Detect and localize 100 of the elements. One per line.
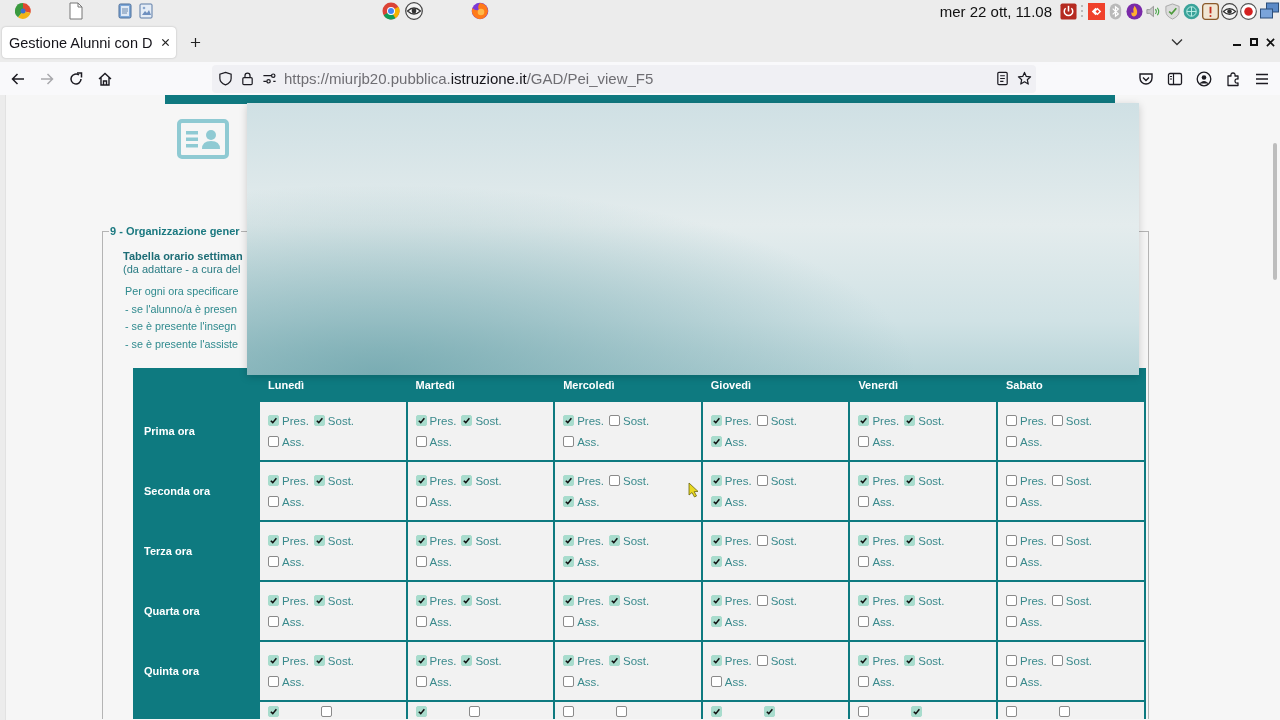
close-icon[interactable] [1266, 37, 1275, 47]
checkbox[interactable] [1005, 706, 1017, 718]
checkbox[interactable] [710, 676, 722, 688]
checkbox[interactable] [858, 475, 870, 487]
checkbox[interactable] [563, 706, 575, 718]
eye-icon[interactable] [1221, 2, 1238, 20]
checkbox[interactable] [710, 616, 722, 628]
checkbox[interactable] [268, 415, 279, 427]
checkbox[interactable] [1051, 475, 1063, 487]
checkbox[interactable] [1005, 436, 1017, 448]
checkbox[interactable] [461, 595, 473, 607]
scrollbar-thumb[interactable] [1273, 143, 1277, 280]
checkbox[interactable] [756, 595, 768, 607]
power-icon[interactable] [1059, 2, 1077, 20]
checkbox[interactable] [268, 475, 279, 487]
checkbox[interactable] [268, 676, 279, 688]
checkbox[interactable] [710, 415, 722, 427]
checkbox[interactable] [563, 676, 575, 688]
checkbox[interactable] [563, 415, 575, 427]
checkbox[interactable] [710, 496, 722, 508]
checkbox[interactable] [609, 535, 621, 547]
checkbox[interactable] [609, 655, 621, 667]
checkbox[interactable] [1005, 496, 1017, 508]
checkbox[interactable] [710, 706, 722, 718]
checkbox[interactable] [313, 475, 325, 487]
checkbox[interactable] [756, 415, 768, 427]
checkbox[interactable] [1005, 655, 1017, 667]
plus-icon[interactable] [190, 36, 201, 48]
checkbox[interactable] [415, 475, 427, 487]
checkbox[interactable] [321, 706, 332, 718]
checkbox[interactable] [415, 655, 427, 667]
checkbox[interactable] [1005, 535, 1017, 547]
checkbox[interactable] [609, 475, 621, 487]
checkbox[interactable] [904, 475, 916, 487]
chevron-down-icon[interactable] [1171, 38, 1183, 46]
checkbox[interactable] [563, 475, 575, 487]
account-icon[interactable] [1196, 70, 1212, 87]
checkbox[interactable] [563, 655, 575, 667]
network-icon[interactable] [1259, 2, 1280, 20]
home-icon[interactable] [97, 70, 113, 87]
checkbox[interactable] [268, 496, 279, 508]
checkbox[interactable] [415, 676, 427, 688]
checkbox[interactable] [710, 655, 722, 667]
lock-icon[interactable] [240, 71, 255, 86]
image-viewer-icon[interactable] [138, 3, 154, 19]
browser-tab[interactable]: Gestione Alunni con D [2, 27, 176, 58]
checkbox[interactable] [1005, 616, 1017, 628]
close-icon[interactable] [161, 38, 170, 47]
checkbox[interactable] [415, 595, 427, 607]
checkbox[interactable] [904, 655, 916, 667]
checkbox[interactable] [710, 475, 722, 487]
checkbox[interactable] [313, 535, 325, 547]
checkbox[interactable] [858, 676, 870, 688]
notepad-icon[interactable] [117, 3, 133, 19]
checkbox[interactable] [756, 475, 768, 487]
checkbox[interactable] [858, 415, 870, 427]
checkbox[interactable] [461, 535, 473, 547]
checkbox[interactable] [313, 655, 325, 667]
checkbox[interactable] [268, 556, 279, 568]
checkbox[interactable] [268, 535, 279, 547]
pie-chart-icon[interactable] [15, 3, 31, 19]
checkbox[interactable] [710, 595, 722, 607]
clock-text[interactable]: mer 22 ott, 11.08 [939, 2, 1052, 20]
checkbox[interactable] [858, 436, 870, 448]
checkbox[interactable] [268, 616, 279, 628]
checkbox[interactable] [415, 415, 427, 427]
checkbox[interactable] [1005, 676, 1017, 688]
checkbox[interactable] [858, 556, 870, 568]
checkbox[interactable] [563, 616, 575, 628]
star-icon[interactable] [1017, 71, 1032, 86]
sidebar-icon[interactable] [1167, 70, 1183, 87]
shield-icon[interactable] [218, 71, 233, 86]
checkbox[interactable] [763, 706, 775, 718]
checkbox[interactable] [563, 556, 575, 568]
checkbox[interactable] [268, 706, 279, 718]
checkbox[interactable] [858, 706, 870, 718]
reader-view-icon[interactable] [995, 71, 1010, 86]
checkbox[interactable] [710, 535, 722, 547]
reload-icon[interactable] [68, 70, 84, 87]
checkbox[interactable] [1005, 475, 1017, 487]
flame-badge-icon[interactable] [1126, 2, 1143, 20]
browser-icon[interactable] [382, 2, 400, 20]
checkbox[interactable] [415, 535, 427, 547]
fox-browser-icon[interactable] [471, 2, 489, 20]
file-icon[interactable] [69, 2, 83, 20]
checkbox[interactable] [461, 655, 473, 667]
checkbox[interactable] [461, 415, 473, 427]
checkbox[interactable] [313, 415, 325, 427]
checkbox[interactable] [616, 706, 628, 718]
checkbox[interactable] [415, 436, 427, 448]
checkbox[interactable] [415, 556, 427, 568]
checkbox[interactable] [563, 436, 575, 448]
checkbox[interactable] [904, 415, 916, 427]
checkbox[interactable] [710, 556, 722, 568]
globe-icon[interactable] [1183, 2, 1200, 20]
checkbox[interactable] [609, 595, 621, 607]
checkbox[interactable] [268, 595, 279, 607]
checkbox[interactable] [1058, 706, 1070, 718]
checkbox[interactable] [710, 436, 722, 448]
tab-title[interactable]: Gestione Alunni con D [9, 34, 153, 51]
